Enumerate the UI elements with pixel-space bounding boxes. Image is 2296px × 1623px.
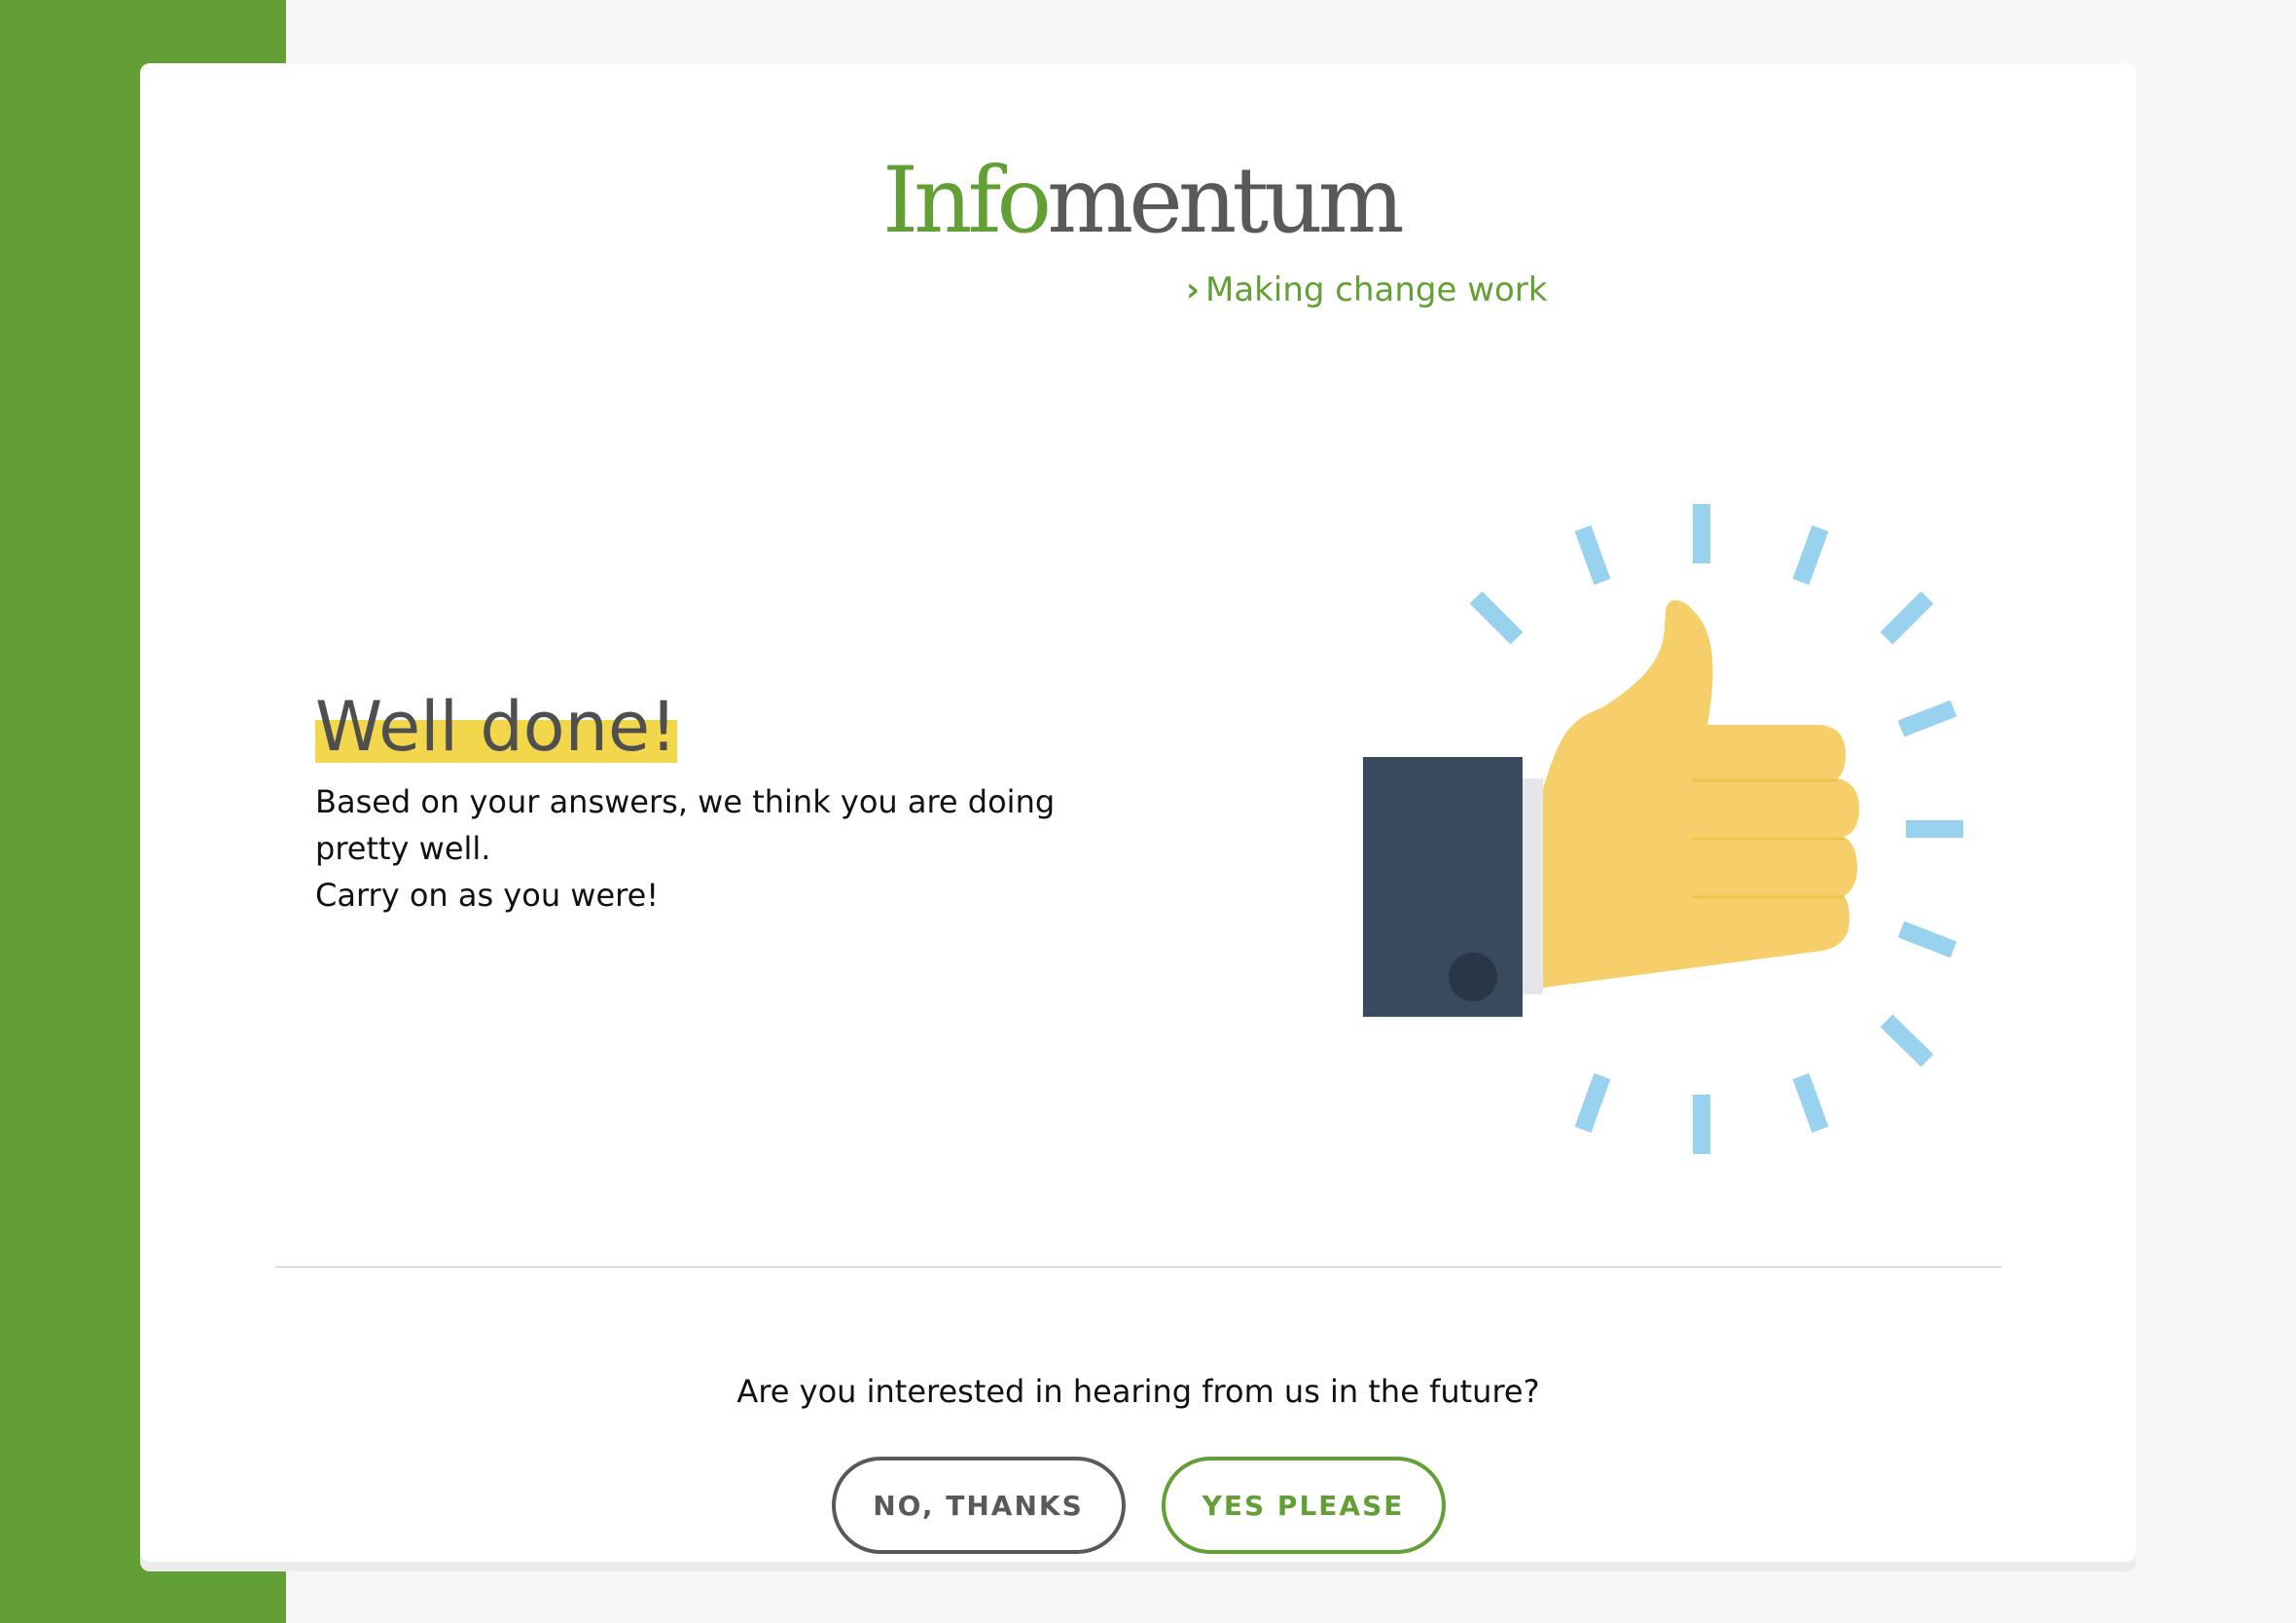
infomentum-logo: Infomentum › Making change work — [882, 156, 1547, 360]
section-divider — [275, 1266, 2001, 1268]
result-message: Based on your answers, we think you are … — [315, 778, 1094, 919]
chevron-right-icon: › — [1186, 270, 1201, 309]
result-title-wrap: Well done! — [315, 687, 678, 767]
followup-buttons: NO, THANKS YES PLEASE — [140, 1457, 2136, 1554]
no-thanks-button[interactable]: NO, THANKS — [831, 1457, 1126, 1554]
followup-question: Are you interested in hearing from us in… — [736, 1373, 1540, 1410]
logo-tagline: › Making change work — [1186, 270, 1547, 309]
yes-please-button[interactable]: YES PLEASE — [1161, 1457, 1446, 1554]
logo-tagline-text: Making change work — [1205, 270, 1548, 309]
sleeve-button — [1449, 953, 1497, 1001]
result-title: Well done! — [315, 687, 678, 767]
logo-wordmark-info: Info — [882, 148, 1052, 254]
jacket-sleeve — [1363, 757, 1523, 1017]
result-message-line-2: Carry on as you were! — [315, 876, 660, 914]
result-message-line-1: Based on your answers, we think you are … — [315, 782, 1056, 867]
logo-wordmark-mentum: mentum — [1047, 148, 1405, 254]
result-card: Infomentum › Making change work Well done… — [140, 63, 2136, 1562]
thumbs-up-icon — [1363, 504, 1963, 1154]
result-text-block: Well done! Based on your answers, we thi… — [315, 687, 1094, 919]
thumb-hand — [1543, 599, 1859, 988]
logo-wordmark: Infomentum — [882, 156, 1405, 247]
